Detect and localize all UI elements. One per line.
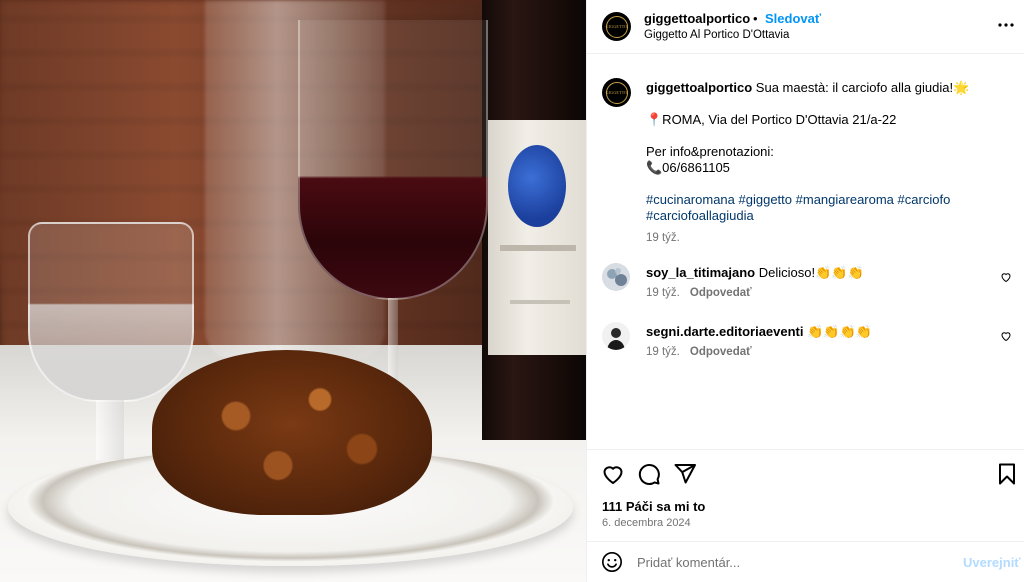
separator-dot: •: [753, 11, 758, 26]
commenter-avatar[interactable]: [602, 263, 630, 291]
reply-button[interactable]: Odpovedať: [690, 346, 752, 358]
wine-label-text: [500, 245, 576, 251]
caption-line-3: Per info&prenotazioni:: [646, 144, 774, 159]
comment-meta: 19 týž. Odpovedať: [646, 287, 752, 299]
post-image[interactable]: [0, 0, 586, 582]
more-options-icon[interactable]: [997, 16, 1015, 34]
comment-timestamp[interactable]: 19 týž.: [646, 287, 680, 299]
wine-label-subtext: [510, 300, 570, 304]
wine-glass: [298, 20, 488, 300]
hashtag[interactable]: #carciofo: [898, 192, 951, 207]
fried-artichoke: [152, 350, 432, 515]
post-caption: giggettoalportico Sua maestà: il carciof…: [646, 80, 1006, 246]
caption-username[interactable]: giggettoalportico: [646, 80, 752, 95]
avatar-logo-text: GIGGETTO: [605, 24, 628, 29]
post-date[interactable]: 6. decembra 2024: [602, 517, 691, 529]
avatar-logo-text: GIGGETTO: [605, 90, 628, 95]
commenter-avatar[interactable]: [602, 322, 630, 350]
comment-bubble-icon[interactable]: [637, 462, 661, 486]
water-glass-stem: [96, 400, 124, 460]
post-actions: 111 Páči sa mi to 6. decembra 2024: [587, 449, 1024, 541]
post-comment-button[interactable]: Uverejniť: [963, 555, 1021, 570]
save-bookmark-icon[interactable]: [995, 462, 1019, 486]
avatar-logo: GIGGETTO: [605, 81, 628, 104]
comment-username[interactable]: soy_la_titimajano: [646, 265, 755, 280]
caption-avatar[interactable]: GIGGETTO: [602, 78, 631, 107]
comment-body: segni.darte.editoriaeventi 👏👏👏👏: [646, 324, 872, 340]
hashtag[interactable]: #giggetto: [739, 192, 793, 207]
comment-body: soy_la_titimajano Delicioso!👏👏👏: [646, 265, 864, 281]
follow-button[interactable]: Sledovať: [765, 11, 821, 26]
post-side-panel: GIGGETTO giggettoalportico • Sledovať Gi…: [586, 0, 1024, 582]
avatar-logo: GIGGETTO: [605, 15, 628, 38]
wine-label-emblem: [508, 145, 566, 227]
comment-meta: 19 týž. Odpovedať: [646, 346, 752, 358]
share-paper-plane-icon[interactable]: [673, 462, 697, 486]
hashtag[interactable]: #mangiarearoma: [796, 192, 894, 207]
caption-line-1: Sua maestà: il carciofo alla giudia!🌟: [755, 80, 970, 95]
like-comment-heart-icon[interactable]: [1000, 330, 1012, 342]
emoji-smiley-icon[interactable]: [601, 551, 623, 573]
comment-text: 👏👏👏👏: [807, 324, 872, 339]
location-link[interactable]: Giggetto Al Portico D'Ottavia: [644, 29, 789, 41]
reply-button[interactable]: Odpovedať: [690, 287, 752, 299]
caption-line-2: 📍ROMA, Via del Portico D'Ottavia 21/a-22: [646, 112, 897, 127]
caption-line-4: 📞06/6861105: [646, 160, 730, 175]
like-heart-icon[interactable]: [601, 462, 625, 486]
like-comment-heart-icon[interactable]: [1000, 271, 1012, 283]
comment-timestamp[interactable]: 19 týž.: [646, 346, 680, 358]
hashtag[interactable]: #cucinaromana: [646, 192, 735, 207]
add-comment-bar: Uverejniť: [587, 541, 1024, 582]
water-glass: [28, 222, 194, 402]
comment-username[interactable]: segni.darte.editoriaeventi: [646, 324, 804, 339]
header-username[interactable]: giggettoalportico: [644, 11, 750, 26]
likes-count[interactable]: 111 Páči sa mi to: [602, 499, 705, 514]
hashtag[interactable]: #carciofoallagiudia: [646, 208, 754, 223]
avatar[interactable]: GIGGETTO: [602, 12, 631, 41]
caption-timestamp[interactable]: 19 týž.: [646, 230, 1006, 246]
comment-text: Delicioso!👏👏👏: [758, 265, 864, 280]
comment-input[interactable]: [637, 552, 937, 572]
post-header: GIGGETTO giggettoalportico • Sledovať Gi…: [587, 0, 1024, 54]
